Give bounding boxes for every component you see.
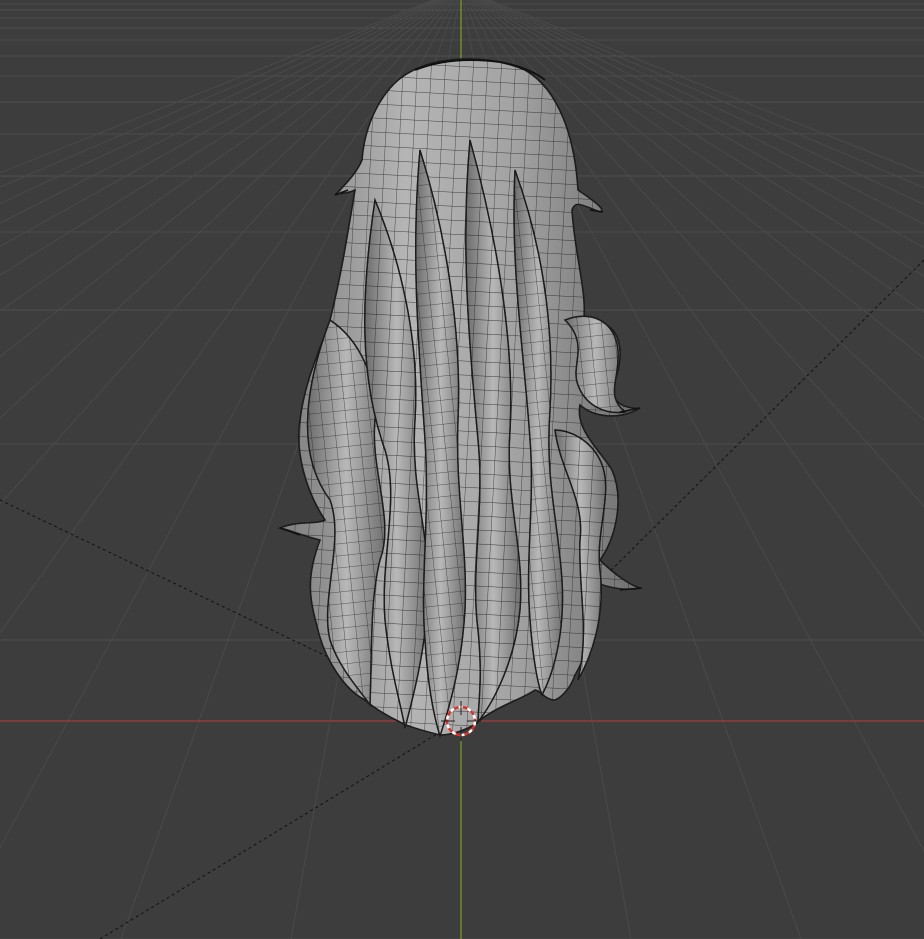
hair-mesh[interactable] [277,58,643,739]
3d-viewport[interactable] [0,0,924,939]
